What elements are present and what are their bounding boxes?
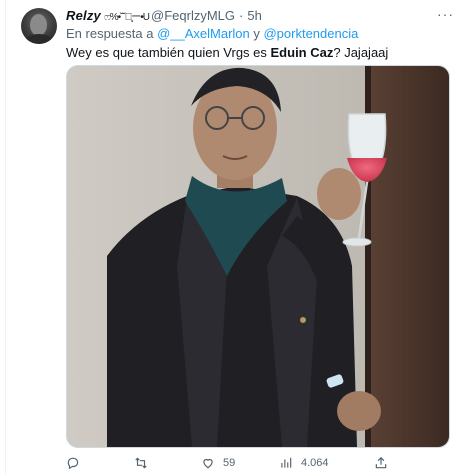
like-button[interactable]: 59 [201,456,235,470]
tweet-photo[interactable] [66,65,450,448]
tweet-text-bold: Eduin Caz [270,45,334,60]
action-bar: 59 4.064 [66,456,456,472]
views-icon [281,457,292,468]
retweet-button[interactable] [134,456,156,470]
like-icon [203,458,213,469]
reply-icon [67,457,79,470]
photo-man-holding-wine-glass [67,66,449,447]
like-count: 59 [223,457,236,469]
reply-join: y [249,26,264,41]
share-button[interactable] [374,456,388,470]
views-count: 4.064 [301,457,329,469]
more-icon[interactable]: ··· [437,6,454,22]
reply-mention-link[interactable]: @porktendencia [263,26,358,41]
tweet-text-part: Wey es que también quien Vrgs es [66,45,271,60]
reply-button[interactable] [66,456,88,470]
share-icon [375,456,387,469]
tweet-text-part: ? Jajajaaj [333,45,389,60]
thread-divider [5,0,6,474]
display-name-symbols: ෆ%•˘˘ー̥ー•U [103,11,150,23]
avatar-face [30,14,47,36]
reply-mention-link[interactable]: @__AxelMarlon [157,26,250,41]
reply-context: En respuesta a @__AxelMarlon y @porktend… [66,26,358,41]
tweet-header: Relzy ෆ%•˘˘ー̥ー•U @FeqrlzyMLG · 5h [66,7,262,23]
avatar-body [25,34,53,44]
timestamp[interactable]: 5h [247,8,261,23]
avatar[interactable] [21,8,57,44]
retweet-icon [135,457,147,469]
user-handle[interactable]: @FeqrlzyMLG [151,8,235,23]
tweet-text: Wey es que también quien Vrgs es Eduin C… [66,45,388,60]
tweet[interactable]: Relzy ෆ%•˘˘ー̥ー•U @FeqrlzyMLG · 5h ··· En… [0,0,474,474]
reply-prefix: En respuesta a [66,26,158,41]
display-name[interactable]: Relzy [66,8,101,23]
views-button[interactable]: 4.064 [279,456,329,470]
separator-dot: · [239,7,244,23]
